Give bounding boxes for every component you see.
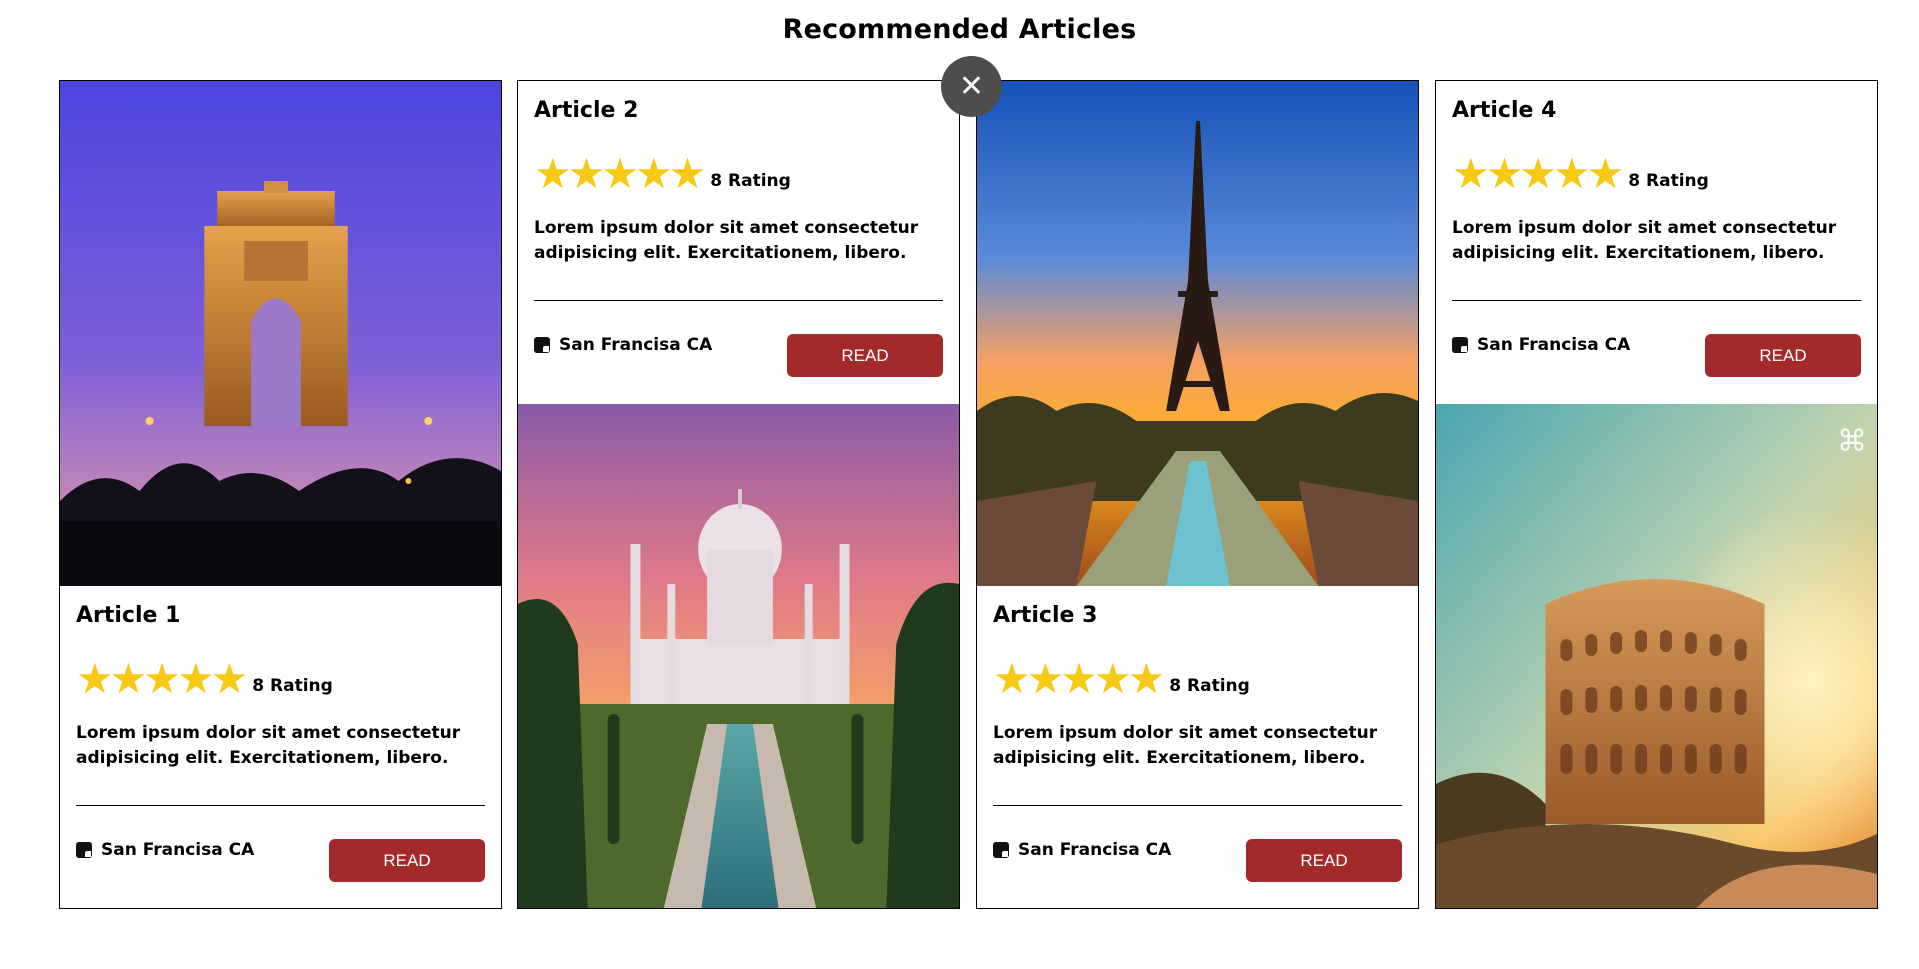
article-title: Article 3 [993,603,1098,628]
page-title: Recommended Articles [782,14,1137,45]
read-button[interactable]: READ [787,334,943,377]
article-description: Lorem ipsum dolor sit amet consectetur a… [993,723,1378,768]
article-title: Article 1 [76,603,181,628]
close-button[interactable]: ✕ [941,56,1002,117]
article-title: Article 2 [534,98,639,123]
star-rating-icon: ★★★★★ [1452,149,1624,198]
rating-text: 8 Rating [252,676,333,696]
rating-row: ★★★★★ 8 Rating [993,657,1402,701]
note-icon [76,842,92,858]
article-card-1[interactable]: Article 1 ★★★★★ 8 Rating Lorem ipsum dol… [59,80,502,909]
article-image-taj-mahal [518,404,959,908]
location-text: San Francisa CA [101,840,255,860]
note-icon [1452,337,1468,353]
article-card-3[interactable]: Article 3 ★★★★★ 8 Rating Lorem ipsum dol… [976,80,1419,909]
article-content: Article 2 ★★★★★ 8 Rating Lorem ipsum dol… [534,81,943,381]
note-icon [993,842,1009,858]
location-text: San Francisa CA [1477,335,1631,355]
location: San Francisa CA [534,335,712,355]
article-content: Article 3 ★★★★★ 8 Rating Lorem ipsum dol… [993,586,1402,886]
article-content: Article 4 ★★★★★ 8 Rating Lorem ipsum dol… [1452,81,1861,381]
location-text: San Francisa CA [559,335,713,355]
rating-row: ★★★★★ 8 Rating [1452,152,1861,196]
read-button[interactable]: READ [1705,334,1861,377]
location: San Francisa CA [1452,335,1630,355]
article-title: Article 4 [1452,98,1557,123]
rating-row: ★★★★★ 8 Rating [76,657,485,701]
read-button[interactable]: READ [329,839,485,882]
articles-grid: Article 1 ★★★★★ 8 Rating Lorem ipsum dol… [59,80,1881,909]
article-card-4[interactable]: Article 4 ★★★★★ 8 Rating Lorem ipsum dol… [1435,80,1878,909]
location-text: San Francisa CA [1018,840,1172,860]
rating-text: 8 Rating [1169,676,1250,696]
star-rating-icon: ★★★★★ [993,654,1165,703]
rating-text: 8 Rating [1628,171,1709,191]
article-card-2[interactable]: Article 2 ★★★★★ 8 Rating Lorem ipsum dol… [517,80,960,909]
rating-text: 8 Rating [710,171,791,191]
note-icon [534,337,550,353]
star-rating-icon: ★★★★★ [76,654,248,703]
command-icon: ⌘ [1837,424,1867,459]
location: San Francisa CA [76,840,254,860]
article-image-eiffel-tower [977,81,1418,586]
read-button[interactable]: READ [1246,839,1402,882]
location: San Francisa CA [993,840,1171,860]
article-image-india-gate [60,81,501,586]
article-description: Lorem ipsum dolor sit amet consectetur a… [534,218,919,263]
article-content: Article 1 ★★★★★ 8 Rating Lorem ipsum dol… [76,586,485,886]
star-rating-icon: ★★★★★ [534,149,706,198]
article-description: Lorem ipsum dolor sit amet consectetur a… [1452,218,1837,263]
article-description: Lorem ipsum dolor sit amet consectetur a… [76,723,461,768]
article-image-colosseum [1436,404,1877,908]
rating-row: ★★★★★ 8 Rating [534,152,943,196]
